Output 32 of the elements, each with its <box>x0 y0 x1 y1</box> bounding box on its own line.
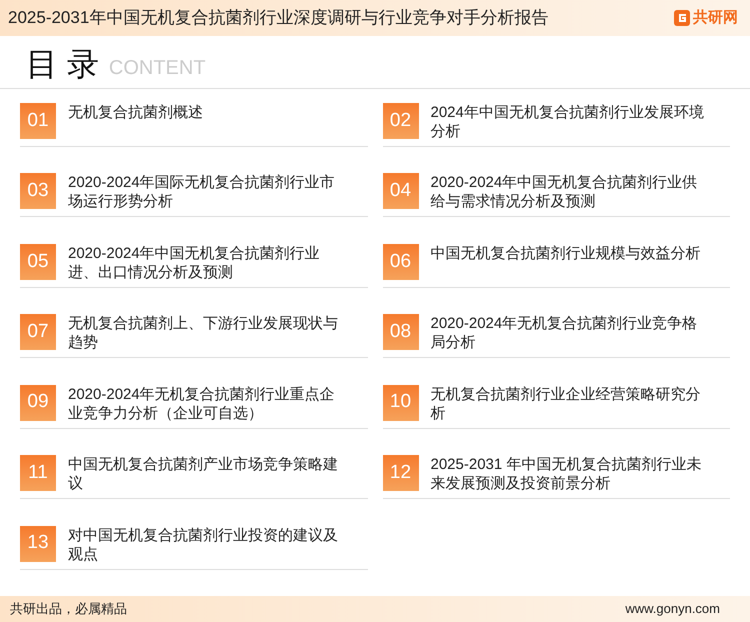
chapter-title[interactable]: 2025-2031 年中国无机复合抗菌剂行业未来发展预测及投资前景分析 <box>430 455 706 494</box>
footer-slogan: 共研出品，必属精品 <box>10 600 127 618</box>
chapter-number: 09 <box>20 384 56 421</box>
logo-text: 共研网 <box>693 8 738 28</box>
chapter-title[interactable]: 中国无机复合抗菌剂产业市场竞争策略建议 <box>68 455 343 494</box>
chapter-number: 13 <box>20 526 56 562</box>
chapter-title[interactable]: 无机复合抗菌剂概述 <box>68 103 343 122</box>
chapter-number: 03 <box>20 173 56 210</box>
chapter-title[interactable]: 2024年中国无机复合抗菌剂行业发展环境分析 <box>430 103 706 141</box>
chapter-title[interactable]: 2020-2024年中国无机复合抗菌剂行业供给与需求情况分析及预测 <box>430 173 706 212</box>
chapter-title[interactable]: 2020-2024年中国无机复合抗菌剂行业进、出口情况分析及预测 <box>68 244 343 282</box>
section-title: 目 录 <box>26 45 99 84</box>
chapter-title[interactable]: 2020-2024年国际无机复合抗菌剂行业市场运行形势分析 <box>68 173 343 212</box>
chapter-number: 08 <box>382 314 418 350</box>
chapter-title[interactable]: 2020-2024年无机复合抗菌剂行业竞争格局分析 <box>430 314 706 352</box>
chapter-number: 06 <box>382 244 418 280</box>
chapter-number: 07 <box>20 314 56 350</box>
chapter-number: 02 <box>382 103 418 139</box>
footer-url: www.gonyn.com <box>625 600 721 618</box>
chapter-number: 04 <box>382 173 418 210</box>
chapter-title[interactable]: 中国无机复合抗菌剂行业规模与效益分析 <box>430 244 706 263</box>
chapter-title[interactable]: 无机复合抗菌剂上、下游行业发展现状与趋势 <box>68 314 343 352</box>
chapter-number: 05 <box>20 244 56 280</box>
report-title: 2025-2031年中国无机复合抗菌剂行业深度调研与行业竞争对手分析报告 <box>8 7 548 30</box>
chapter-number: 11 <box>20 455 56 492</box>
chapter-number: 01 <box>20 103 56 139</box>
logo-icon <box>674 10 690 26</box>
chapter-number: 12 <box>382 455 418 492</box>
chapter-title[interactable]: 对中国无机复合抗菌剂行业投资的建议及观点 <box>68 526 343 564</box>
chapter-number: 10 <box>382 384 418 421</box>
chapter-title[interactable]: 2020-2024年无机复合抗菌剂行业重点企业竞争力分析（企业可自选） <box>68 384 343 423</box>
chapter-title[interactable]: 无机复合抗菌剂行业企业经营策略研究分析 <box>430 384 706 423</box>
